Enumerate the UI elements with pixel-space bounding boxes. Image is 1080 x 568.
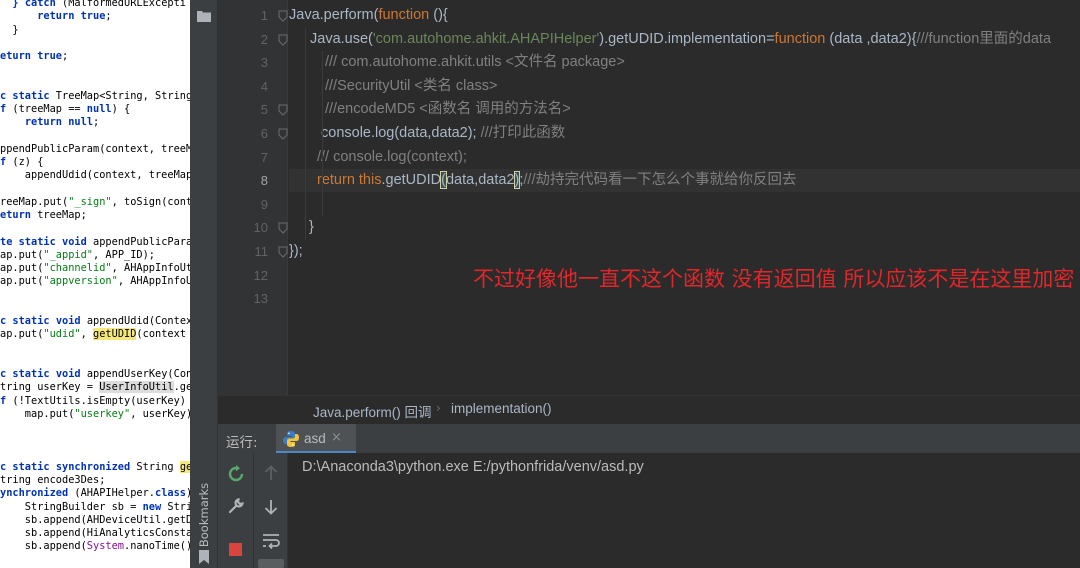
code-line: ///SecurityUtil <类名 class> <box>325 77 498 94</box>
bookmarks-tab[interactable]: Bookmarks <box>194 482 214 548</box>
code-line: return this.getUDID(data,data2);///劫持完代码… <box>317 171 797 190</box>
breadcrumb-separator: › <box>436 401 441 415</box>
left-code-line: f (!TextUtils.isEmpty(userKey) <box>0 394 186 407</box>
left-code-line: ap.put("channelid", AHAppInfoUt <box>0 262 190 274</box>
code-line: } <box>309 219 314 236</box>
code-line: Java.perform(function (){ <box>289 7 448 23</box>
line-number-gutter: 1 2 3 4 5 6 7 8 9 10 11 12 13 <box>218 0 288 395</box>
rerun-icon[interactable] <box>228 465 244 483</box>
code-line: /// com.autohome.ahkit.utils <文件名 packag… <box>325 54 625 71</box>
line-number: 8 <box>260 173 268 189</box>
code-editor[interactable]: Java.perform(function (){ Java.use('com.a… <box>289 0 1080 395</box>
annotation-text: 不过好像他一直不这个函数 没有返回值 所以应该不是在这里加密 <box>473 267 1075 291</box>
fold-marker-icon[interactable] <box>278 34 288 46</box>
line-number: 6 <box>260 126 268 141</box>
run-toolbar <box>218 453 254 568</box>
left-code-line: StringBuilder sb = new Strin <box>0 500 190 513</box>
code-line: /// console.log(context); <box>317 148 467 165</box>
line-number: 13 <box>253 291 268 307</box>
left-code-line: sb.append(System.nanoTime() <box>0 540 190 553</box>
left-code-line: } <box>0 23 19 36</box>
left-code-line: f (treeMap == null) { <box>0 103 131 115</box>
project-folder-icon[interactable] <box>197 10 211 22</box>
left-code-line: f (z) { <box>0 156 44 168</box>
run-tab-label: asd <box>304 431 326 446</box>
left-code-line: eturn true; <box>0 50 69 62</box>
arrow-down-icon[interactable] <box>264 499 278 515</box>
line-number: 7 <box>260 149 268 165</box>
code-line: ///encodeMD5 <函数名 调用的方法名> <box>325 101 571 118</box>
run-panel-header: 运行: asd × <box>218 423 1080 454</box>
arrow-up-icon[interactable] <box>264 465 278 481</box>
scroll-indicator <box>258 559 284 568</box>
breadcrumb: Java.perform() 回调 › implementation() <box>218 395 1080 423</box>
line-number: 10 <box>253 220 268 236</box>
fold-marker-icon[interactable] <box>278 10 288 22</box>
left-code-line: ynchronized (AHAPIHelper.class) <box>0 487 190 500</box>
left-code-line: c static void appendUserKey(Con <box>0 368 190 380</box>
indent-guide <box>305 27 306 240</box>
left-code-line: reeMap.put("_sign", toSign(cont <box>0 195 190 208</box>
line-number: 4 <box>260 78 268 94</box>
left-code-line: ap.put("udid", getUDID(context <box>0 328 187 341</box>
code-line: Java.use('com.autohome.ahkit.AHAPIHelper… <box>310 30 1052 47</box>
line-number: 1 <box>260 8 268 23</box>
bookmarks-label: Bookmarks <box>197 482 211 548</box>
left-code-line: te static void appendPublicPara <box>0 235 190 248</box>
fold-marker-icon[interactable] <box>278 222 288 235</box>
run-panel-label: 运行: <box>226 435 258 451</box>
left-code-line: c static synchronized String ge <box>0 460 190 474</box>
code-line: console.log(data,data2); ///打印此函数 <box>321 125 566 141</box>
bookmark-icon[interactable] <box>198 550 210 564</box>
line-number: 2 <box>260 31 268 47</box>
fold-marker-icon[interactable] <box>278 104 288 117</box>
left-code-line: c static TreeMap<String, String <box>0 89 190 102</box>
line-number: 9 <box>260 196 268 212</box>
breadcrumb-item-perform[interactable]: Java.perform() 回调 <box>313 401 432 421</box>
left-code-line: appendUdid(context, treeMap) <box>0 169 190 182</box>
left-code-line: sb.append(HiAnalyticsConstan <box>0 527 190 539</box>
run-toolbar-secondary <box>254 453 288 568</box>
left-code-line: ap.put("_appid", APP_ID); <box>0 248 156 261</box>
wrench-icon[interactable] <box>228 498 244 514</box>
console-output-line: D:\Anaconda3\python.exe E:/pythonfrida/v… <box>302 459 644 475</box>
ide-window: 1 2 3 4 5 6 7 8 9 10 11 12 13 Java.perform(function … <box>190 0 1080 568</box>
code-line: }); <box>289 243 303 259</box>
left-code-line: sb.append(AHDeviceUtil.getDe <box>0 513 190 526</box>
close-icon[interactable]: × <box>331 430 342 445</box>
fold-marker-icon[interactable] <box>278 128 288 140</box>
left-code-line: ap.put("appversion", AHAppInfoU <box>0 275 190 288</box>
left-code-line: eturn treeMap; <box>0 209 87 221</box>
line-number: 11 <box>254 244 269 259</box>
left-code-line: map.put("userkey", userKey); <box>0 407 190 420</box>
left-code-line: tring encode3Des; <box>0 474 106 486</box>
soft-wrap-icon[interactable] <box>262 533 280 549</box>
run-console: D:\Anaconda3\python.exe E:/pythonfrida/v… <box>218 453 1080 568</box>
left-code-line: } catch (MalformedURLExcepti <box>12 0 186 9</box>
fold-marker-icon[interactable] <box>278 246 288 258</box>
line-number: 12 <box>253 267 268 283</box>
breadcrumb-item-implementation[interactable]: implementation() <box>451 401 552 416</box>
left-code-line: c static void appendUdid(Contex <box>0 315 190 327</box>
indent-guide <box>322 51 323 217</box>
left-code-line: tring userKey = UserInfoUtil.ge <box>0 381 190 394</box>
python-icon <box>283 431 299 447</box>
left-code-line: ppendPublicParam(context, treeM <box>0 142 190 155</box>
left-code-line: return true; <box>37 10 112 23</box>
stop-icon[interactable] <box>229 543 242 556</box>
left-code-panel: } catch (MalformedURLExcepti return true… <box>0 0 190 568</box>
left-code-line: return null; <box>24 116 100 129</box>
line-number: 3 <box>260 55 268 71</box>
line-number: 5 <box>260 102 268 118</box>
